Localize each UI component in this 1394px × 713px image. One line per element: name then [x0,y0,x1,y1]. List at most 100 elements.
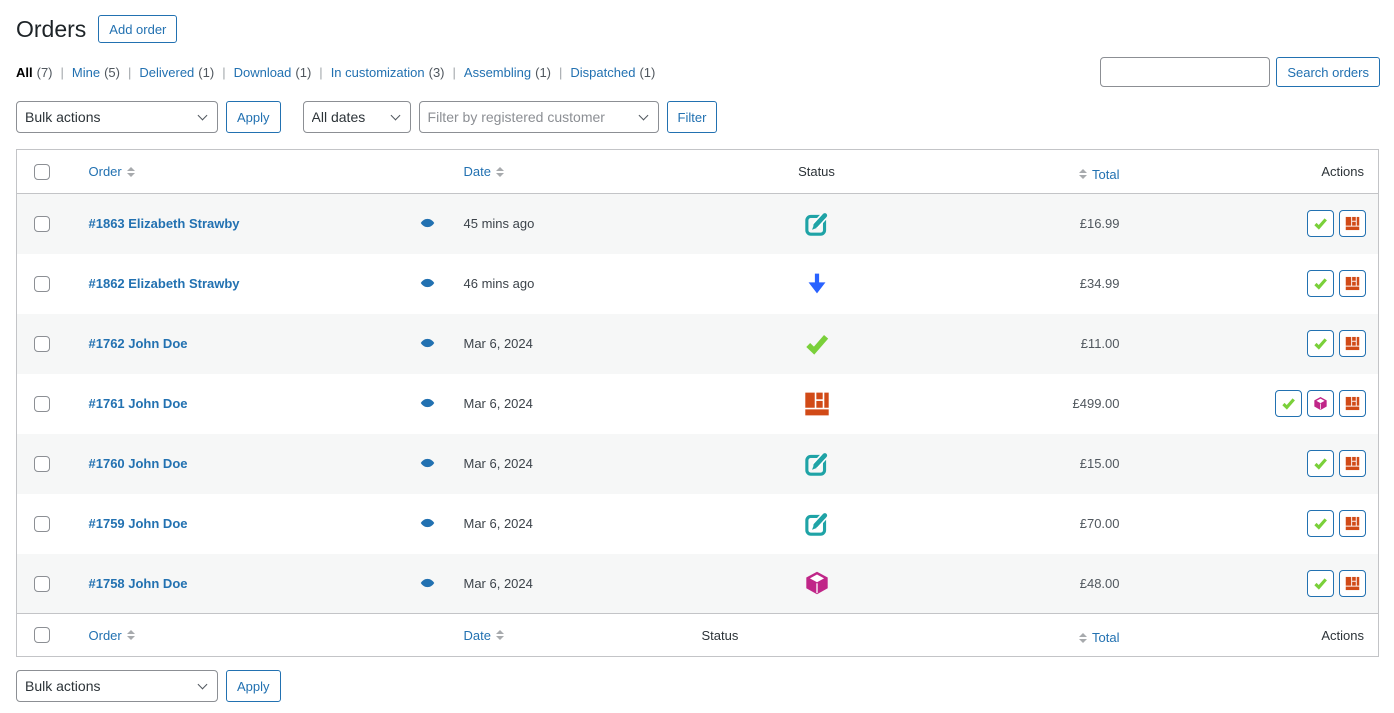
bulk-actions-select[interactable]: Bulk actions [16,101,218,133]
order-total: £15.00 [982,434,1152,494]
order-total: £70.00 [982,494,1152,554]
order-total: £499.00 [982,374,1152,434]
view-download: Download(1) [234,65,312,80]
search-orders-button[interactable]: Search orders [1276,57,1380,87]
action-button-bricks[interactable] [1339,390,1366,417]
top-toolbar: Bulk actions Apply All dates Filter by r… [16,101,1380,133]
action-button-bricks[interactable] [1339,270,1366,297]
order-link[interactable]: #1760 John Doe [89,456,188,471]
bricks-icon [1345,216,1360,231]
dates-filter-select[interactable]: All dates [303,101,411,133]
bricks-icon [1345,396,1360,411]
bricks-icon [1345,456,1360,471]
order-link[interactable]: #1759 John Doe [89,516,188,531]
preview-eye-icon[interactable] [420,338,435,348]
view-link[interactable]: Assembling [464,65,531,80]
bricks-icon [1345,516,1360,531]
action-button-check[interactable] [1307,270,1334,297]
sort-arrows-icon [496,167,504,177]
sort-total-column-bottom[interactable]: Total [1079,630,1119,645]
filter-button[interactable]: Filter [667,101,718,133]
action-button-check[interactable] [1307,510,1334,537]
check-icon [1313,276,1328,291]
add-order-button[interactable]: Add order [98,15,177,43]
orders-table-body: #1863 Elizabeth Strawby 45 mins ago £16.… [17,194,1379,614]
view-link[interactable]: Mine [72,65,100,80]
table-row: #1761 John Doe Mar 6, 2024 £499.00 [17,374,1379,434]
action-button-check[interactable] [1307,330,1334,357]
order-date: Mar 6, 2024 [452,554,652,614]
select-all-checkbox[interactable] [34,164,50,180]
preview-eye-icon[interactable] [420,578,435,588]
view-count: (3) [429,65,445,80]
status-column-header: Status [798,164,835,179]
preview-eye-icon[interactable] [420,518,435,528]
preview-eye-icon[interactable] [420,398,435,408]
check-icon [1313,336,1328,351]
apply-button-bottom[interactable]: Apply [226,670,281,702]
action-button-check[interactable] [1307,450,1334,477]
action-button-bricks[interactable] [1339,330,1366,357]
table-row: #1863 Elizabeth Strawby 45 mins ago £16.… [17,194,1379,254]
bricks-icon [1345,576,1360,591]
sort-order-column[interactable]: Order [89,164,135,179]
bulk-actions-select-bottom[interactable]: Bulk actions [16,670,218,702]
view-count: (7) [37,65,53,80]
status-edit-icon [804,211,830,237]
view-link[interactable]: Dispatched [570,65,635,80]
preview-eye-icon[interactable] [420,218,435,228]
action-button-check[interactable] [1307,570,1334,597]
sort-date-column-bottom[interactable]: Date [464,628,504,643]
row-actions [1152,434,1379,494]
order-total: £16.99 [982,194,1152,254]
row-checkbox[interactable] [34,396,50,412]
action-button-check[interactable] [1275,390,1302,417]
row-checkbox[interactable] [34,576,50,592]
order-column-footer: Order [89,628,122,643]
order-column-header: Order [89,164,122,179]
row-checkbox[interactable] [34,516,50,532]
bottom-toolbar: Bulk actions Apply [16,670,1380,702]
sort-order-column-bottom[interactable]: Order [89,628,135,643]
date-column-footer: Date [464,628,491,643]
order-date: Mar 6, 2024 [452,494,652,554]
order-link[interactable]: #1761 John Doe [89,396,188,411]
view-link[interactable]: Download [234,65,292,80]
total-column-footer: Total [1092,630,1119,645]
action-button-cube[interactable] [1307,390,1334,417]
row-checkbox[interactable] [34,336,50,352]
view-count: (5) [104,65,120,80]
row-checkbox[interactable] [34,456,50,472]
view-delivered: Delivered(1) [139,65,214,80]
row-actions [1152,374,1379,434]
bulk-actions-select-wrap-bottom: Bulk actions [16,670,218,702]
action-button-bricks[interactable] [1339,450,1366,477]
order-link[interactable]: #1863 Elizabeth Strawby [89,216,240,231]
cube-icon [1313,396,1328,411]
customer-filter-select[interactable]: Filter by registered customer [419,101,659,133]
sort-date-column[interactable]: Date [464,164,504,179]
row-checkbox[interactable] [34,216,50,232]
row-checkbox[interactable] [34,276,50,292]
order-link[interactable]: #1758 John Doe [89,576,188,591]
actions-column-footer: Actions [1321,628,1364,643]
preview-eye-icon[interactable] [420,458,435,468]
sort-total-column[interactable]: Total [1079,167,1119,182]
search-input[interactable] [1100,57,1270,87]
preview-eye-icon[interactable] [420,278,435,288]
order-link[interactable]: #1862 Elizabeth Strawby [89,276,240,291]
apply-button[interactable]: Apply [226,101,281,133]
table-row: #1862 Elizabeth Strawby 46 mins ago £34.… [17,254,1379,314]
select-all-checkbox-bottom[interactable] [34,627,50,643]
check-icon [1313,456,1328,471]
order-views: All(7)|Mine(5)|Delivered(1)|Download(1)|… [16,65,655,80]
action-button-check[interactable] [1307,210,1334,237]
action-button-bricks[interactable] [1339,510,1366,537]
status-column-footer: Status [702,628,739,643]
action-button-bricks[interactable] [1339,210,1366,237]
order-link[interactable]: #1762 John Doe [89,336,188,351]
view-link[interactable]: In customization [331,65,425,80]
action-button-bricks[interactable] [1339,570,1366,597]
status-cube-icon [804,570,830,596]
view-link[interactable]: Delivered [139,65,194,80]
